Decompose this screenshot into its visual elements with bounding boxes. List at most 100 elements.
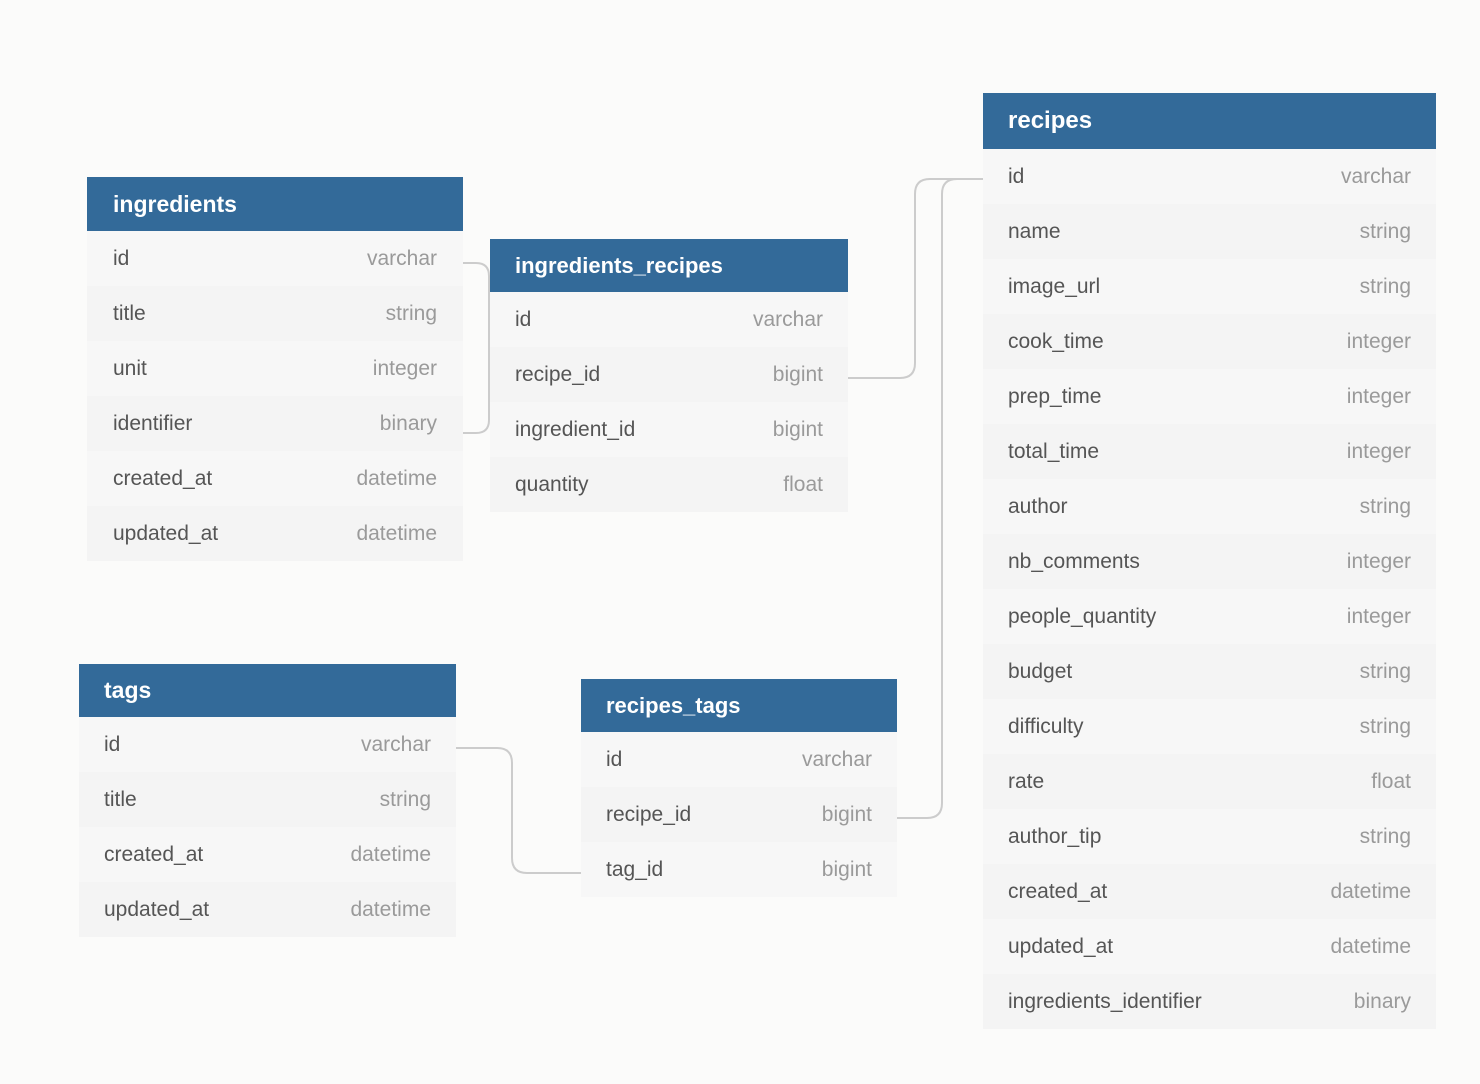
field-row[interactable]: difficulty string xyxy=(983,699,1436,754)
field-type: bigint xyxy=(821,857,872,881)
field-row[interactable]: title string xyxy=(79,772,456,827)
field-type: bigint xyxy=(821,802,872,826)
entity-title: tags xyxy=(104,677,152,703)
field-row[interactable]: budget string xyxy=(983,644,1436,699)
field-type: string xyxy=(1359,494,1411,518)
field-type: datetime xyxy=(356,521,437,545)
field-name: id xyxy=(606,747,623,771)
entity-recipes[interactable]: recipes id varchar name string image_url… xyxy=(983,93,1436,1029)
field-row[interactable]: updated_at datetime xyxy=(87,506,463,561)
field-name: recipe_id xyxy=(606,802,692,826)
field-type: integer xyxy=(1346,604,1411,628)
entity-title: recipes_tags xyxy=(606,692,741,718)
field-type: string xyxy=(379,787,431,811)
field-type: varchar xyxy=(1340,164,1411,188)
field-row[interactable]: updated_at datetime xyxy=(79,882,456,937)
field-row[interactable]: id varchar xyxy=(79,717,456,772)
entity-header-tags: tags xyxy=(79,664,456,717)
field-name: budget xyxy=(1008,659,1073,683)
field-row[interactable]: created_at datetime xyxy=(983,864,1436,919)
field-type: datetime xyxy=(356,466,437,490)
entity-header-ingredients: ingredients xyxy=(87,177,463,231)
field-row[interactable]: updated_at datetime xyxy=(983,919,1436,974)
field-name: author xyxy=(1008,494,1068,518)
relationship-edge xyxy=(462,262,490,434)
relationship-edge xyxy=(847,178,984,379)
field-row[interactable]: quantity float xyxy=(490,457,848,512)
field-row[interactable]: image_url string xyxy=(983,259,1436,314)
field-row[interactable]: rate float xyxy=(983,754,1436,809)
field-name: total_time xyxy=(1008,439,1100,463)
field-row[interactable]: id varchar xyxy=(87,231,463,286)
entity-header-ingredients-recipes: ingredients_recipes xyxy=(490,239,848,292)
field-name: id xyxy=(1008,164,1025,188)
field-row[interactable]: id varchar xyxy=(983,149,1436,204)
field-type: datetime xyxy=(1330,934,1411,958)
field-type: varchar xyxy=(752,307,823,331)
field-row[interactable]: unit integer xyxy=(87,341,463,396)
field-row[interactable]: tag_id bigint xyxy=(581,842,897,897)
field-row[interactable]: title string xyxy=(87,286,463,341)
field-name: ingredients_identifier xyxy=(1008,989,1202,1013)
field-type: float xyxy=(783,472,823,496)
field-name: id xyxy=(113,246,130,270)
field-row[interactable]: author_tip string xyxy=(983,809,1436,864)
field-name: image_url xyxy=(1008,274,1101,298)
field-type: integer xyxy=(1346,439,1411,463)
field-type: integer xyxy=(1346,384,1411,408)
entity-fields-ingredients-recipes: id varchar recipe_id bigint ingredient_i… xyxy=(490,292,848,512)
erd-canvas: ingredients id varchar title string unit… xyxy=(0,0,1480,1084)
field-name: cook_time xyxy=(1008,329,1104,353)
entity-fields-recipes-tags: id varchar recipe_id bigint tag_id bigin… xyxy=(581,732,897,897)
field-row[interactable]: people_quantity integer xyxy=(983,589,1436,644)
field-row[interactable]: created_at datetime xyxy=(87,451,463,506)
field-row[interactable]: nb_comments integer xyxy=(983,534,1436,589)
field-row[interactable]: prep_time integer xyxy=(983,369,1436,424)
field-row[interactable]: total_time integer xyxy=(983,424,1436,479)
field-type: binary xyxy=(1353,989,1411,1013)
field-type: integer xyxy=(1346,329,1411,353)
entity-title: ingredients_recipes xyxy=(515,252,723,278)
field-row[interactable]: ingredients_identifier binary xyxy=(983,974,1436,1029)
field-type: binary xyxy=(379,411,437,435)
field-type: string xyxy=(1359,714,1411,738)
entity-header-recipes-tags: recipes_tags xyxy=(581,679,897,732)
field-type: bigint xyxy=(772,417,823,441)
field-row[interactable]: author string xyxy=(983,479,1436,534)
field-name: recipe_id xyxy=(515,362,601,386)
relationship-edge xyxy=(896,178,984,819)
field-name: id xyxy=(515,307,532,331)
field-name: quantity xyxy=(515,472,589,496)
field-row[interactable]: recipe_id bigint xyxy=(490,347,848,402)
field-type: varchar xyxy=(366,246,437,270)
field-row[interactable]: identifier binary xyxy=(87,396,463,451)
field-type: datetime xyxy=(350,842,431,866)
field-name: author_tip xyxy=(1008,824,1102,848)
field-name: updated_at xyxy=(1008,934,1114,958)
field-row[interactable]: id varchar xyxy=(490,292,848,347)
field-name: title xyxy=(113,301,146,325)
field-type: string xyxy=(1359,659,1411,683)
field-name: created_at xyxy=(1008,879,1108,903)
entity-tags[interactable]: tags id varchar title string created_at … xyxy=(79,664,456,937)
field-row[interactable]: created_at datetime xyxy=(79,827,456,882)
field-type: datetime xyxy=(350,897,431,921)
field-name: identifier xyxy=(113,411,193,435)
entity-ingredients[interactable]: ingredients id varchar title string unit… xyxy=(87,177,463,561)
field-row[interactable]: ingredient_id bigint xyxy=(490,402,848,457)
field-name: difficulty xyxy=(1008,714,1084,738)
field-row[interactable]: name string xyxy=(983,204,1436,259)
entity-recipes-tags[interactable]: recipes_tags id varchar recipe_id bigint… xyxy=(581,679,897,897)
field-row[interactable]: cook_time integer xyxy=(983,314,1436,369)
field-name: title xyxy=(104,787,137,811)
field-row[interactable]: recipe_id bigint xyxy=(581,787,897,842)
field-type: float xyxy=(1371,769,1411,793)
field-type: string xyxy=(1359,274,1411,298)
field-type: integer xyxy=(372,356,437,380)
field-type: varchar xyxy=(801,747,872,771)
field-type: varchar xyxy=(360,732,431,756)
entity-ingredients-recipes[interactable]: ingredients_recipes id varchar recipe_id… xyxy=(490,239,848,512)
field-row[interactable]: id varchar xyxy=(581,732,897,787)
field-name: rate xyxy=(1008,769,1045,793)
field-name: unit xyxy=(113,356,147,380)
